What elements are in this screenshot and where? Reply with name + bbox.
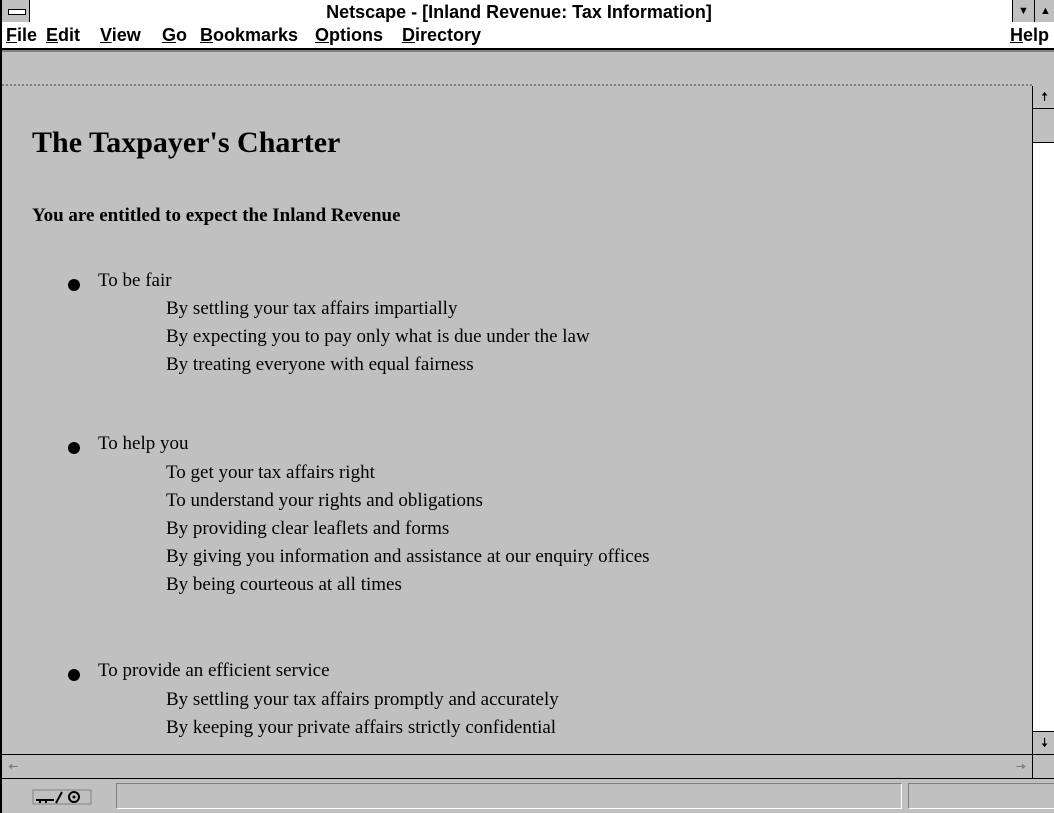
maximize-button[interactable]: ▲ — [1034, 0, 1054, 22]
arrow-up-icon: 🠅 — [1040, 89, 1049, 104]
list-item: By treating everyone with equal fairness — [166, 354, 474, 375]
bullet-icon — [68, 279, 80, 291]
toolbar-area — [2, 50, 1054, 88]
scroll-right-button[interactable]: 🠆 — [1010, 755, 1032, 778]
menu-file[interactable]: File — [6, 25, 37, 46]
section-title: To help you — [98, 433, 189, 454]
arrow-left-icon: 🠄 — [7, 759, 19, 774]
menu-bar: File Edit View Go Bookmarks Options Dire… — [2, 24, 1054, 50]
minimize-button[interactable]: ▼ — [1012, 0, 1034, 22]
broken-key-icon-svg — [32, 789, 92, 805]
menu-directory[interactable]: Directory — [402, 25, 481, 46]
menu-go[interactable]: Go — [162, 25, 187, 46]
scroll-up-button[interactable]: 🠅 — [1033, 86, 1054, 109]
list-item: By providing clear leaflets and forms — [166, 518, 450, 539]
browser-window: Netscape - [Inland Revenue: Tax Informat… — [0, 0, 1054, 813]
maximize-icon: ▲ — [1040, 5, 1051, 17]
window-title: Netscape - [Inland Revenue: Tax Informat… — [326, 2, 712, 22]
list-item: By being courteous at all times — [166, 574, 402, 595]
system-menu-button[interactable] — [2, 0, 30, 22]
arrow-down-icon: 🠇 — [1040, 735, 1049, 750]
title-bar[interactable]: Netscape - [Inland Revenue: Tax Informat… — [2, 0, 1054, 25]
menu-edit[interactable]: Edit — [46, 25, 80, 46]
menu-bookmarks[interactable]: Bookmarks — [200, 25, 298, 46]
intro-text: You are entitled to expect the Inland Re… — [32, 205, 401, 226]
system-menu-icon — [8, 9, 26, 15]
list-item: To understand your rights and obligation… — [166, 490, 483, 511]
list-item: To get your tax affairs right — [166, 462, 375, 483]
minimize-icon: ▼ — [1018, 5, 1029, 17]
bullet-icon — [68, 669, 80, 681]
section-title: To be fair — [98, 270, 172, 291]
menu-options[interactable]: Options — [315, 25, 383, 46]
page-title: The Taxpayer's Charter — [32, 126, 341, 159]
status-bar — [2, 778, 1054, 813]
page-content: The Taxpayer's Charter You are entitled … — [2, 86, 1032, 754]
broken-key-icon — [32, 789, 92, 805]
arrow-right-icon: 🠆 — [1015, 759, 1027, 774]
list-item: By expecting you to pay only what is due… — [166, 326, 590, 347]
list-item: By giving you information and assistance… — [166, 546, 650, 567]
scrollbar-corner — [1032, 754, 1054, 778]
list-item: By settling your tax affairs promptly an… — [166, 689, 559, 710]
vertical-scrollbar[interactable]: 🠅 🠇 — [1032, 86, 1054, 754]
bullet-icon — [68, 442, 80, 454]
scroll-left-button[interactable]: 🠄 — [2, 755, 24, 778]
status-message — [116, 783, 902, 809]
list-item: By settling your tax affairs impartially — [166, 298, 458, 319]
vertical-scroll-thumb[interactable] — [1033, 109, 1054, 143]
menu-view[interactable]: View — [100, 25, 141, 46]
menu-help[interactable]: Help — [1010, 25, 1049, 46]
scroll-down-button[interactable]: 🠇 — [1033, 731, 1054, 754]
progress-indicator — [908, 783, 1054, 809]
section-title: To provide an efficient service — [98, 660, 330, 681]
horizontal-scrollbar[interactable]: 🠄 🠆 — [2, 754, 1032, 778]
list-item: By keeping your private affairs strictly… — [166, 717, 557, 738]
